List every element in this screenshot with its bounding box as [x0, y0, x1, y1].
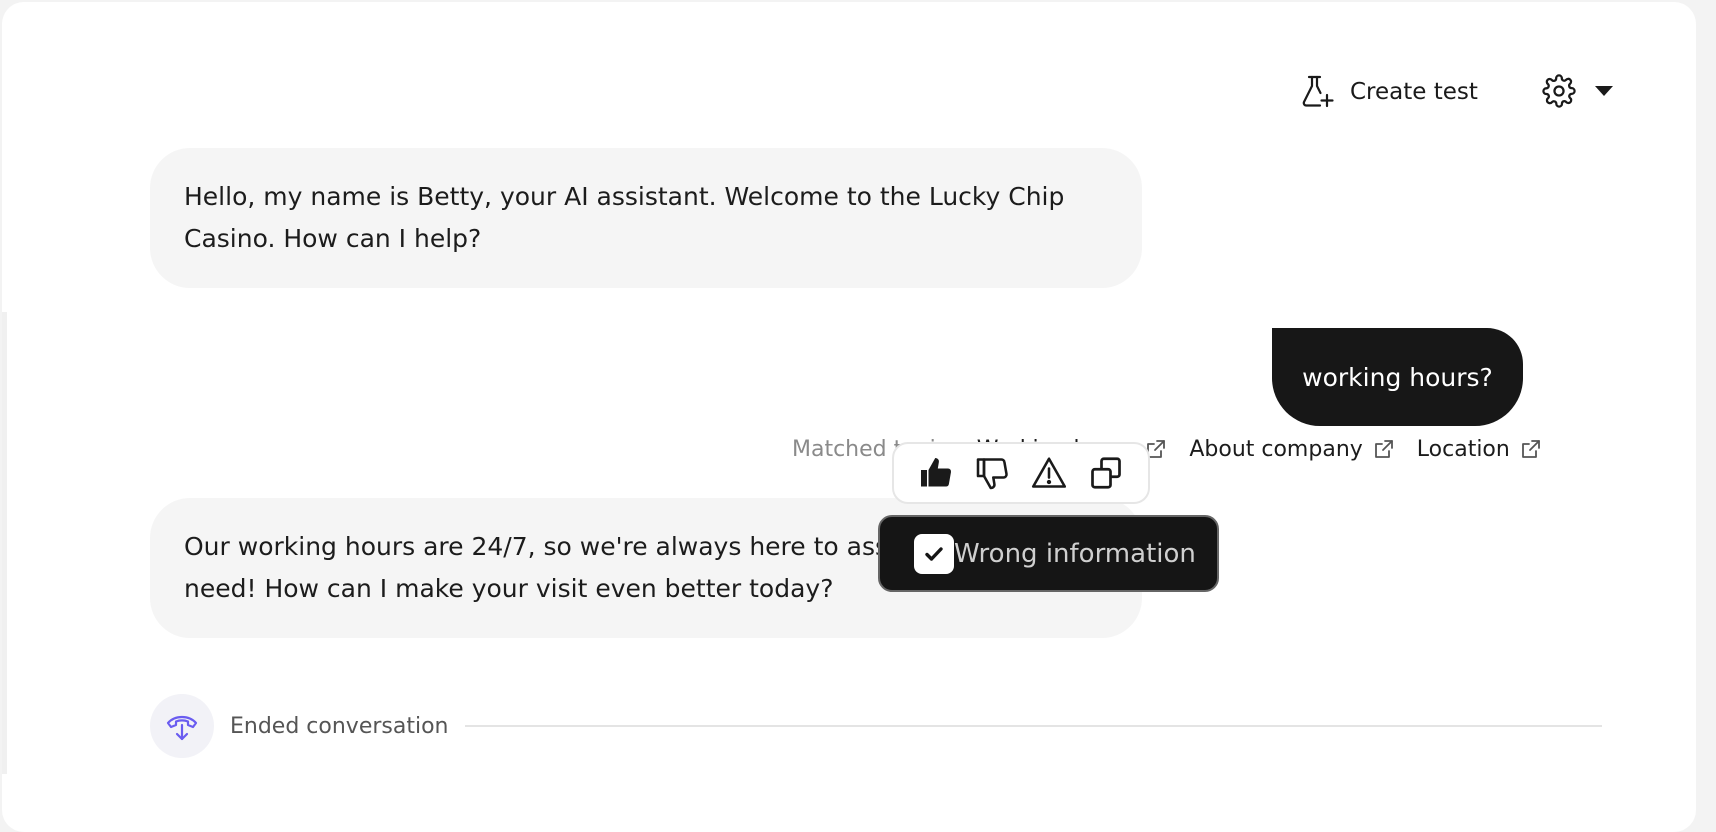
ended-icon-badge — [150, 694, 214, 758]
wrong-information-checkbox[interactable] — [914, 533, 954, 574]
gear-icon — [1542, 74, 1576, 108]
topic-link-location[interactable]: Location — [1417, 437, 1542, 462]
thumbs-up-icon — [921, 458, 952, 487]
conversation-ended-divider: Ended conversation — [150, 693, 1602, 759]
wrong-information-label: Wrong information — [954, 538, 1196, 569]
thumbs-down-button[interactable] — [973, 453, 1013, 493]
user-message-text: working hours? — [1302, 362, 1493, 392]
thumbs-up-button[interactable] — [916, 453, 956, 493]
panel-edge — [2, 312, 7, 774]
hang-up-icon — [166, 715, 198, 741]
warning-icon — [1032, 457, 1067, 488]
ended-conversation-label: Ended conversation — [230, 713, 449, 739]
copy-button[interactable] — [1086, 453, 1126, 493]
flask-plus-icon — [1302, 75, 1334, 108]
topic-link-label: Location — [1416, 436, 1510, 462]
caret-down-icon — [1595, 86, 1613, 96]
external-link-icon — [1521, 440, 1540, 458]
checkmark-icon — [925, 546, 943, 561]
bot-message-greeting: Hello, my name is Betty, your AI assista… — [150, 148, 1142, 288]
wrong-information-toggle[interactable]: Wrong information — [878, 515, 1219, 592]
create-test-label: Create test — [1350, 79, 1478, 105]
copy-icon — [1090, 457, 1121, 489]
thumbs-down-icon — [976, 458, 1008, 490]
topic-link-label: About company — [1189, 436, 1363, 462]
external-link-icon — [1374, 440, 1393, 458]
settings-menu-button[interactable] — [1542, 74, 1614, 108]
create-test-button[interactable]: Create test — [1300, 72, 1478, 112]
divider-line — [464, 725, 1602, 727]
message-feedback-toolbar — [892, 442, 1150, 504]
topic-link-about-company[interactable]: About company — [1189, 437, 1394, 462]
user-message: working hours? — [1272, 328, 1523, 426]
chat-panel: Create test Hello, my name is Betty, you… — [2, 2, 1696, 832]
report-button[interactable] — [1029, 453, 1069, 493]
